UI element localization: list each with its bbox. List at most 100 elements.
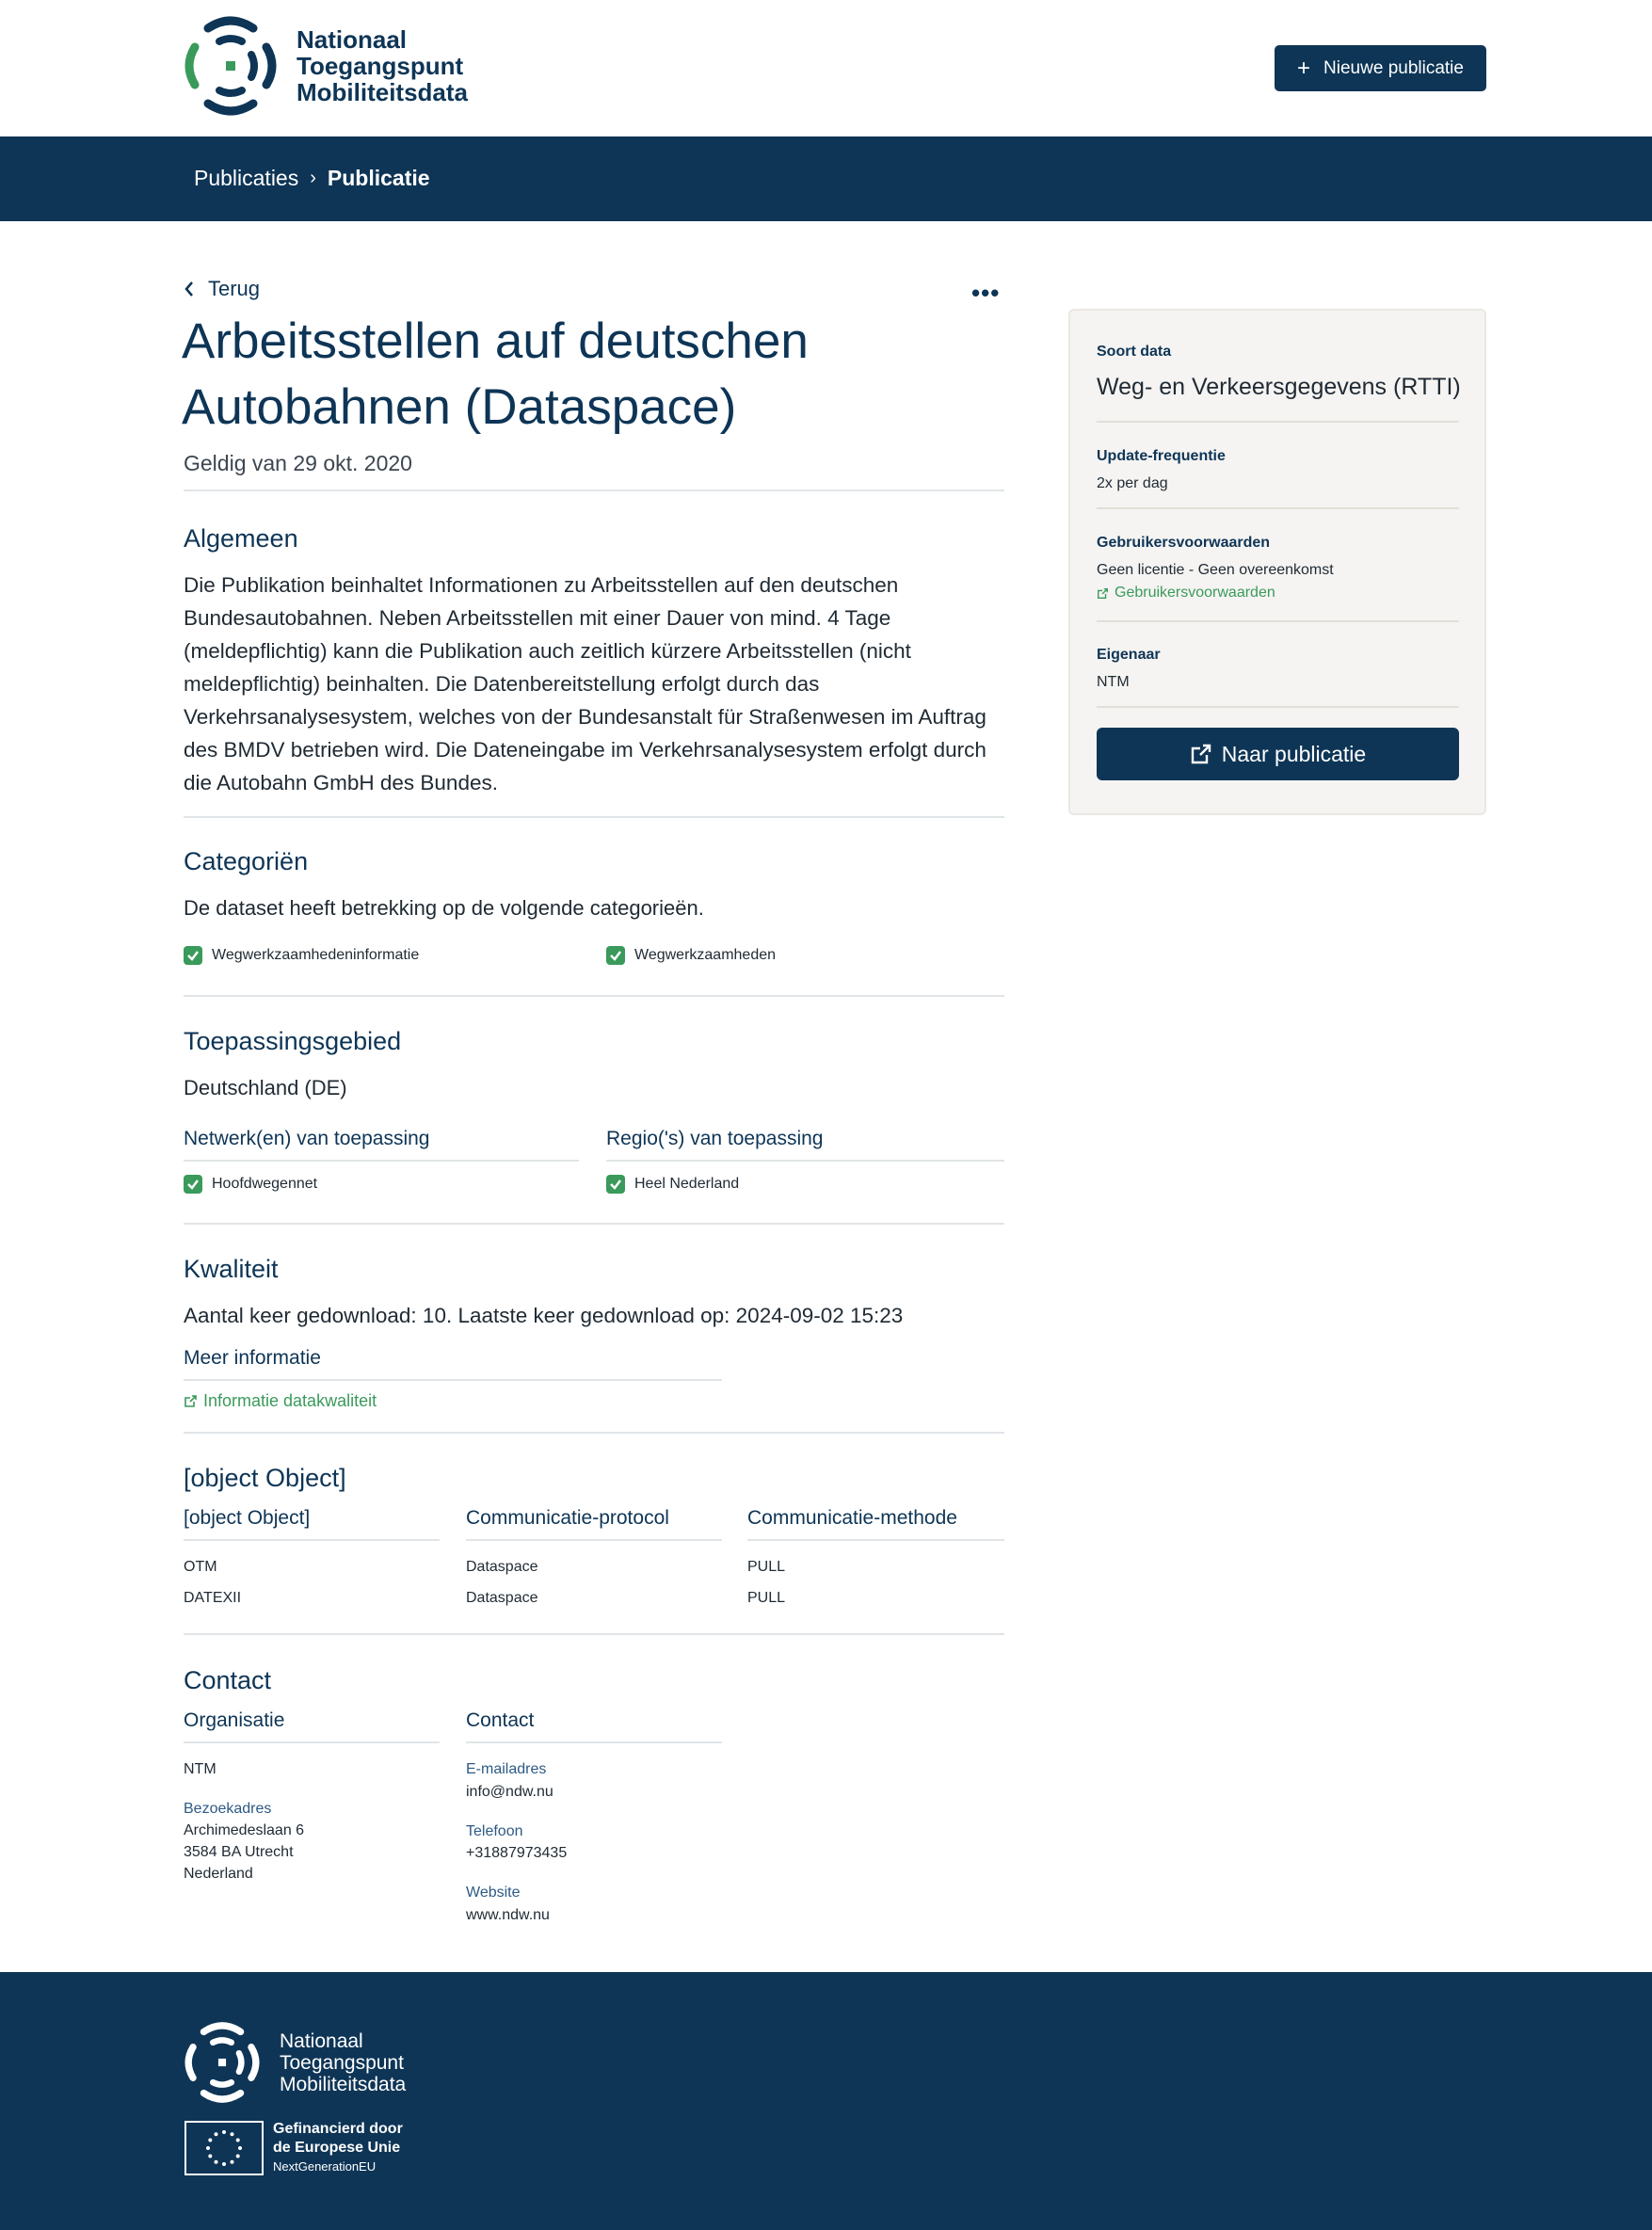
- category-item: Wegwerkzaamheden: [606, 946, 776, 965]
- website-link[interactable]: www.ndw.nu: [466, 1907, 550, 1924]
- update-frequency-value: 2x per dag: [1097, 475, 1168, 491]
- network-item: Hoofdwegennet: [184, 1175, 317, 1194]
- breadcrumb-bar: Publicaties › Publicatie: [0, 136, 1652, 221]
- divider: [184, 816, 1004, 818]
- section-heading-contact: Contact: [184, 1666, 272, 1694]
- terms-link[interactable]: Gebruikersvoorwaarden: [1097, 585, 1275, 602]
- category-label: Wegwerkzaamhedeninformatie: [212, 947, 420, 963]
- address-line: 3584 BA Utrecht: [184, 1844, 294, 1860]
- logo-line: Toegangspunt: [280, 2051, 404, 2074]
- logo-line: Nationaal: [280, 2029, 363, 2052]
- eu-flag-icon: [184, 2121, 264, 2175]
- data-type-value: Weg- en Verkeersgegevens (RTTI): [1097, 374, 1461, 400]
- column-header: Communicatie-methode: [747, 1507, 1004, 1541]
- divider: [1097, 620, 1459, 622]
- new-publication-label: Nieuwe publicatie: [1323, 57, 1464, 78]
- divider: [184, 489, 1004, 491]
- email-link[interactable]: info@ndw.nu: [466, 1784, 553, 1801]
- terms-value: Geen licentie - Geen overeenkomst: [1097, 562, 1334, 578]
- network-label: Hoofdwegennet: [212, 1176, 318, 1192]
- checkbox-checked-icon: [184, 1175, 202, 1194]
- region-item: Heel Nederland: [606, 1175, 739, 1194]
- divider: [1097, 706, 1459, 708]
- contact-heading: Contact: [466, 1709, 722, 1743]
- terms-label: Gebruikersvoorwaarden: [1097, 535, 1271, 551]
- page-title: Arbeitsstellen auf deutschen Autobahnen …: [182, 309, 991, 441]
- divider: [1097, 507, 1459, 509]
- external-link-icon: [1191, 744, 1211, 764]
- eu-funding-badge: Gefinancierd door de Europese Unie NextG…: [184, 2120, 403, 2176]
- breadcrumb-current: Publicatie: [327, 166, 430, 190]
- section-heading-scope: Toepassingsgebied: [184, 1027, 402, 1055]
- description-line: Die Publikation beinhaltet Informationen…: [184, 573, 899, 597]
- category-label: Wegwerkzaamheden: [634, 947, 777, 963]
- phone-label: Telefoon: [466, 1823, 523, 1839]
- description-line: des BMDV betrieben wird. Die Dateneingab…: [184, 738, 986, 762]
- data-quality-link-label: Informatie datakwaliteit: [203, 1391, 377, 1410]
- table-cell: OTM: [184, 1559, 217, 1575]
- breadcrumb: Publicaties › Publicatie: [194, 166, 430, 191]
- description-line: (meldepflichtig) kann die Publikation au…: [184, 639, 911, 663]
- open-publication-label: Naar publicatie: [1221, 741, 1367, 766]
- title-line: Autobahnen (Dataspace): [182, 379, 737, 435]
- divider: [1097, 421, 1459, 423]
- checkbox-checked-icon: [606, 1175, 625, 1194]
- table-cell: Dataspace: [466, 1590, 538, 1606]
- ntm-logo-icon: [184, 2022, 260, 2103]
- site-footer: Nationaal Toegangspunt Mobiliteitsdata G…: [0, 1972, 1652, 2230]
- description-line: Bundesautobahnen. Neben Arbeitsstellen m…: [184, 606, 891, 630]
- open-publication-button[interactable]: Naar publicatie: [1097, 728, 1459, 780]
- table-cell: PULL: [747, 1590, 786, 1606]
- logo-line: Mobiliteitsdata: [280, 2073, 407, 2095]
- chevron-right-icon: ›: [310, 168, 316, 188]
- address-line: Archimedeslaan 6: [184, 1822, 305, 1838]
- general-description: Die Publikation beinhaltet Informationen…: [184, 569, 1012, 799]
- eu-funding-text: Gefinancierd door de Europese Unie NextG…: [273, 2120, 403, 2176]
- back-link[interactable]: Terug: [184, 277, 260, 301]
- address-line: Nederland: [184, 1866, 253, 1882]
- checkbox-checked-icon: [184, 946, 202, 965]
- more-options-icon[interactable]: •••: [971, 279, 1000, 308]
- more-info-heading: Meer informatie: [184, 1347, 722, 1381]
- footer-logo[interactable]: Nationaal Toegangspunt Mobiliteitsdata: [182, 2021, 406, 2104]
- category-item: Wegwerkzaamhedeninformatie: [184, 946, 419, 965]
- divider: [184, 1432, 1004, 1434]
- description-line: die Autobahn GmbH des Bundes.: [184, 771, 498, 794]
- checkbox-checked-icon: [606, 946, 625, 965]
- publication-summary-card: Soort data Weg- en Verkeersgegevens (RTT…: [1068, 309, 1486, 815]
- logo-line: Nationaal: [297, 25, 408, 54]
- owner-label: Eigenaar: [1097, 647, 1161, 663]
- site-logo[interactable]: Nationaal Toegangspunt Mobiliteitsdata: [182, 15, 468, 117]
- organisation-name: NTM: [184, 1761, 217, 1777]
- eu-line: de Europese Unie: [273, 2140, 401, 2156]
- table-cell: Dataspace: [466, 1559, 538, 1575]
- data-type-label: Soort data: [1097, 344, 1172, 360]
- new-publication-button[interactable]: + Nieuwe publicatie: [1275, 45, 1486, 91]
- visit-address-label: Bezoekadres: [184, 1801, 272, 1817]
- categories-intro: De dataset heeft betrekking op de volgen…: [184, 896, 704, 920]
- title-line: Arbeitsstellen auf deutschen: [182, 313, 809, 369]
- divider: [184, 995, 1004, 997]
- chevron-left-icon: [184, 281, 193, 297]
- data-quality-link[interactable]: Informatie datakwaliteit: [184, 1391, 377, 1411]
- phone-link[interactable]: +31887973435: [466, 1845, 567, 1862]
- section-heading-general: Algemeen: [184, 524, 298, 553]
- eu-line: Gefinancierd door: [273, 2121, 403, 2137]
- description-line: Verkehrsanalysesystem, welches von der B…: [184, 705, 986, 729]
- column-header: [object Object]: [184, 1507, 440, 1541]
- breadcrumb-publications[interactable]: Publicaties: [194, 166, 298, 191]
- divider: [184, 1223, 1004, 1225]
- regions-heading: Regio('s) van toepassing: [606, 1128, 1004, 1162]
- email-label: E-mailadres: [466, 1761, 547, 1777]
- download-stats: Aantal keer gedownload: 10. Laatste keer…: [184, 1304, 904, 1327]
- plus-icon: +: [1297, 55, 1311, 81]
- footer-logo-text: Nationaal Toegangspunt Mobiliteitsdata: [280, 2030, 406, 2095]
- section-heading-quality: Kwaliteit: [184, 1255, 279, 1283]
- site-header: Nationaal Toegangspunt Mobiliteitsdata +…: [0, 0, 1652, 136]
- logo-line: Mobiliteitsdata: [297, 78, 469, 106]
- organisation-heading: Organisatie: [184, 1709, 440, 1743]
- external-link-icon: [1098, 587, 1108, 599]
- eu-line: NextGenerationEU: [273, 2159, 377, 2174]
- website-label: Website: [466, 1885, 521, 1901]
- description-line: meldepflichtig) beinhalten. Die Datenber…: [184, 672, 820, 696]
